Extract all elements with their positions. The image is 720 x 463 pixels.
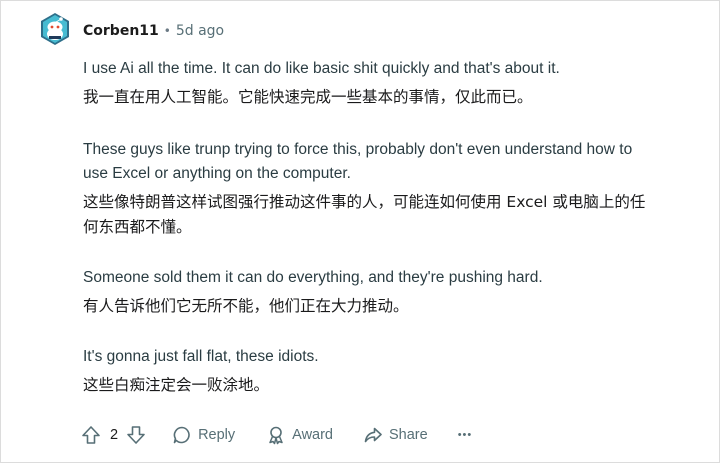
reply-button[interactable]: Reply xyxy=(172,425,235,445)
english-text: Someone sold them it can do everything, … xyxy=(83,269,543,286)
english-text: I use Ai all the time. It can do like ba… xyxy=(83,60,560,77)
chinese-translation: 这些像特朗普这样试图强行推动这件事的人，可能连如何使用 Excel 或电脑上的任… xyxy=(83,193,646,236)
upvote-arrow-icon xyxy=(82,426,100,444)
award-label: Award xyxy=(292,427,333,443)
comment-header: Corben11 • 5d ago xyxy=(83,21,224,41)
comment-action-bar: 2 Reply Award Share ••• xyxy=(81,422,472,448)
comment-paragraph: Someone sold them it can do everything, … xyxy=(83,266,653,319)
comment-card: Corben11 • 5d ago I use Ai all the time.… xyxy=(0,0,720,463)
comment-paragraph: These guys like trunp trying to force th… xyxy=(83,138,653,240)
snoo-avatar-icon xyxy=(41,13,69,45)
username[interactable]: Corben11 xyxy=(83,23,159,39)
avatar[interactable] xyxy=(38,12,72,46)
english-text: It's gonna just fall flat, these idiots. xyxy=(83,348,319,365)
share-button[interactable]: Share xyxy=(363,425,428,445)
english-text: These guys like trunp trying to force th… xyxy=(83,141,633,182)
more-options-button[interactable]: ••• xyxy=(458,429,473,441)
award-icon xyxy=(269,426,283,445)
comment-timestamp[interactable]: 5d ago xyxy=(176,23,224,39)
more-options-icon: ••• xyxy=(457,429,473,441)
chinese-translation: 有人告诉他们它无所不能，他们正在大力推动。 xyxy=(83,297,409,315)
share-arrow-icon xyxy=(364,427,382,443)
comment-paragraph: I use Ai all the time. It can do like ba… xyxy=(83,57,653,110)
award-button[interactable]: Award xyxy=(266,425,333,445)
downvote-button[interactable] xyxy=(126,425,146,445)
comment-paragraph: It's gonna just fall flat, these idiots.… xyxy=(83,345,653,398)
upvote-button[interactable] xyxy=(81,425,101,445)
reply-label: Reply xyxy=(198,427,236,443)
share-label: Share xyxy=(389,427,428,443)
meta-separator: • xyxy=(163,24,171,38)
chinese-translation: 我一直在用人工智能。它能快速完成一些基本的事情，仅此而已。 xyxy=(83,88,533,106)
comment-bubble-icon xyxy=(173,426,190,444)
vote-count: 2 xyxy=(110,427,119,443)
downvote-arrow-icon xyxy=(127,426,145,444)
comment-body: I use Ai all the time. It can do like ba… xyxy=(83,57,653,414)
chinese-translation: 这些白痴注定会一败涂地。 xyxy=(83,376,270,394)
